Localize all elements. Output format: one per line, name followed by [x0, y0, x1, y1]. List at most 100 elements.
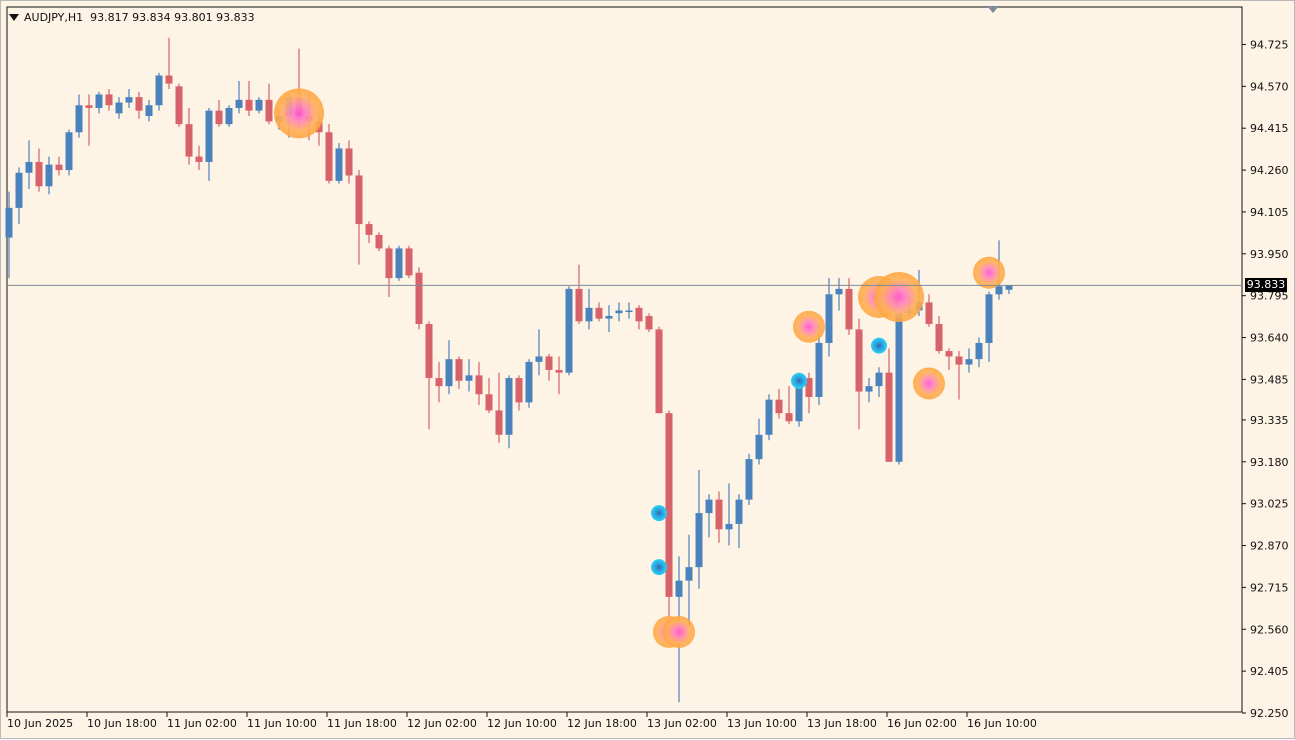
candle-body	[775, 399, 783, 414]
price-tick-label: 92.560	[1250, 623, 1289, 636]
candle	[725, 483, 733, 546]
candle-body	[175, 86, 183, 125]
candle	[475, 361, 483, 406]
candle	[655, 326, 663, 414]
candle-body	[145, 105, 153, 117]
time-axis[interactable]: 10 Jun 2025 10 Jun 18:00 11 Jun 02:00 11 Ju…	[6, 712, 1037, 730]
candle-body	[255, 99, 263, 111]
candle	[945, 348, 953, 370]
signal-dot-marker	[651, 559, 667, 576]
candle	[555, 356, 563, 395]
candle-body	[595, 307, 603, 319]
candle	[35, 148, 43, 192]
candle	[75, 94, 83, 138]
candle-body	[1005, 285, 1013, 290]
candle	[375, 232, 383, 252]
candle-body	[825, 294, 833, 343]
candle-body	[935, 324, 943, 352]
time-tick-label: 13 Jun 02:00	[647, 717, 717, 730]
signal-glow-marker	[663, 615, 695, 648]
time-tick-label: 12 Jun 02:00	[407, 717, 477, 730]
candle	[85, 94, 93, 146]
candle-body	[265, 99, 273, 122]
candle	[485, 378, 493, 414]
candle-body	[235, 99, 243, 108]
candle-body	[955, 356, 963, 365]
candle	[955, 351, 963, 400]
candle-body	[105, 94, 113, 106]
candle	[575, 264, 583, 325]
candle	[1005, 285, 1013, 295]
candle	[545, 353, 553, 381]
candle-body	[725, 523, 733, 530]
candle	[55, 156, 63, 176]
time-tick-label: 12 Jun 18:00	[567, 717, 637, 730]
candle-body	[585, 307, 593, 322]
candle	[695, 469, 703, 589]
candle	[45, 156, 53, 195]
candle-body	[435, 378, 443, 387]
price-chart-canvas[interactable]: 94.72594.57094.41594.26094.10593.95093.7…	[1, 1, 1295, 740]
candle	[885, 348, 893, 462]
candle-body	[505, 378, 513, 435]
candle	[345, 140, 353, 184]
candle-body	[15, 172, 23, 208]
candle	[245, 80, 253, 117]
candle-body	[385, 248, 393, 279]
time-tick-label: 11 Jun 10:00	[247, 717, 317, 730]
candle	[255, 97, 263, 114]
candle	[735, 494, 743, 549]
candle-body	[515, 378, 523, 403]
price-tick-label: 94.260	[1250, 164, 1289, 177]
candle-body	[445, 359, 453, 387]
chart-shift-marker-icon[interactable]	[987, 6, 999, 13]
candle	[225, 105, 233, 127]
candle-body	[975, 342, 983, 360]
candle	[365, 221, 373, 243]
candle	[145, 99, 153, 122]
candle-body	[485, 394, 493, 411]
ohlc-values: 93.817 93.834 93.801 93.833	[90, 10, 255, 24]
candle	[615, 302, 623, 322]
candle	[185, 107, 193, 165]
signal-dot-marker	[871, 337, 887, 354]
candle-body	[925, 302, 933, 325]
candle-body	[155, 75, 163, 106]
candle-body	[245, 99, 253, 111]
candle-body	[985, 294, 993, 343]
candle-body	[655, 329, 663, 414]
candle-body	[135, 97, 143, 111]
candle-body	[405, 248, 413, 276]
candle-body	[95, 94, 103, 108]
chart-title-bar[interactable]: AUDJPY,H1 93.817 93.834 93.801 93.833	[9, 10, 255, 24]
time-tick-label: 11 Jun 02:00	[167, 717, 237, 730]
candle-body	[635, 307, 643, 322]
candle	[685, 534, 693, 627]
time-tick-label: 10 Jun 18:00	[87, 717, 157, 730]
plot-border	[6, 6, 1243, 713]
candle	[755, 418, 763, 465]
candle-body	[215, 110, 223, 125]
candle-body	[555, 369, 563, 373]
candle-body	[185, 124, 193, 157]
candle	[965, 348, 973, 373]
candle-body	[535, 356, 543, 362]
price-tick-label: 93.335	[1250, 414, 1289, 427]
chart-window[interactable]: 94.725 94.570 94.415 94.260 94.105 93.950 93.7…	[0, 0, 1295, 739]
candle	[445, 340, 453, 395]
candle-body	[615, 310, 623, 314]
candle	[325, 124, 333, 184]
price-tick-label: 92.405	[1250, 665, 1289, 678]
current-price-tag: 93.833	[1245, 278, 1287, 293]
candle-body	[365, 224, 373, 235]
candle	[195, 145, 203, 171]
price-axis[interactable]: 94.72594.57094.41594.26094.10593.95093.7…	[1242, 38, 1289, 720]
price-tick-label: 93.640	[1250, 332, 1289, 345]
chart-frame	[6, 6, 1243, 713]
candle-body	[885, 372, 893, 462]
price-tick-label: 94.725	[1250, 38, 1289, 51]
dropdown-triangle-icon[interactable]	[9, 13, 19, 21]
candle-body	[495, 410, 503, 435]
symbol-label: AUDJPY,H1	[24, 10, 84, 24]
price-tick-label: 93.950	[1250, 248, 1289, 261]
